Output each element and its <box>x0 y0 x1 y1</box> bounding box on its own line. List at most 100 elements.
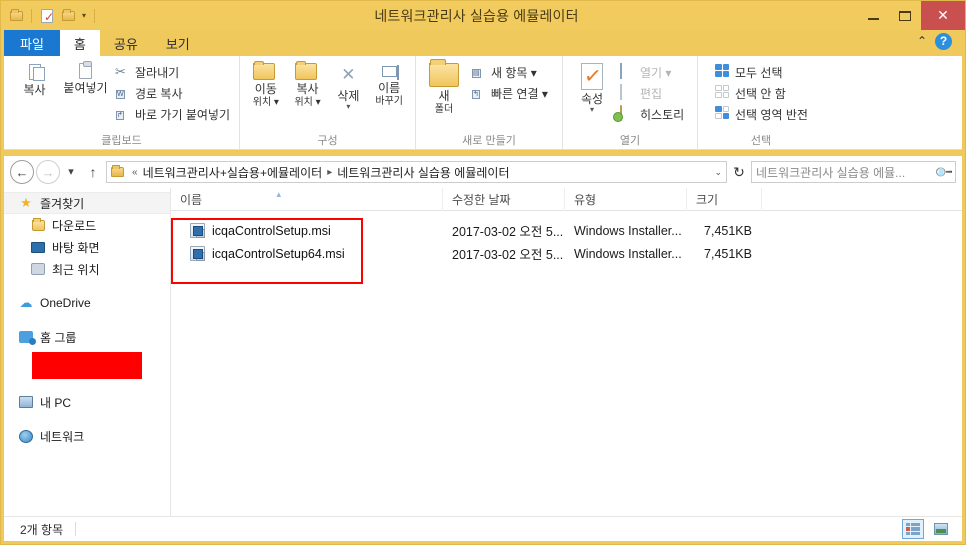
recent-locations-icon[interactable]: ▾ <box>62 160 80 184</box>
maximize-button[interactable] <box>889 1 921 30</box>
invert-selection-button-label: 선택 영역 반전 <box>735 107 808 122</box>
minimize-button[interactable] <box>857 1 889 30</box>
file-name-cell[interactable]: icqaControlSetup64.msi <box>171 242 443 265</box>
copy-path-icon: W <box>116 90 125 99</box>
sidebar-item-label: 다운로드 <box>52 218 97 233</box>
details-view-button[interactable] <box>902 519 924 539</box>
sidebar-item-label: 네트워크 <box>40 429 85 444</box>
forward-button[interactable]: → <box>36 160 60 184</box>
select-commands: 모두 선택 선택 안 함 선택 영역 반전 <box>704 60 811 124</box>
refresh-icon[interactable]: ↻ <box>729 164 749 181</box>
search-icon[interactable]: 🔍 <box>933 162 953 182</box>
breadcrumb-separator[interactable]: ▸ <box>325 167 334 178</box>
toolbar-divider-2 <box>94 8 96 23</box>
quick-access-toolbar: ✓ ▾ <box>1 1 98 30</box>
copy-path-button[interactable]: W 경로 복사 <box>112 83 233 103</box>
move-to-button[interactable]: 이동 위치 ▾ <box>246 60 286 110</box>
back-button[interactable]: ← <box>10 160 34 184</box>
title-bar: ✓ ▾ 네트워크관리사 실습용 에뮬레이터 ✕ <box>1 1 965 30</box>
new-folder-button[interactable]: 새 폴더 <box>422 59 466 117</box>
ribbon-group-organize: 이동 위치 ▾ 복사 위치 ▾ ✕ 삭제 ▾ 이름 바꾸기 구성 <box>240 56 416 150</box>
edit-button-label: 편집 <box>640 86 663 101</box>
sidebar-item-onedrive[interactable]: ☁ OneDrive <box>4 292 170 314</box>
tab-view[interactable]: 보기 <box>152 30 204 56</box>
select-all-button[interactable]: 모두 선택 <box>712 62 811 82</box>
sidebar-item-label: 최근 위치 <box>52 262 100 277</box>
breadcrumb-item-parent[interactable]: 네트워크관리사+실습용+에뮬레이터 <box>143 164 323 181</box>
cut-button[interactable]: ✂ 잘라내기 <box>112 62 233 82</box>
history-button[interactable]: 히스토리 <box>617 104 687 124</box>
file-name-cell[interactable]: icqaControlSetup.msi <box>171 219 443 242</box>
paste-shortcut-button[interactable]: ↱ 바로 가기 붙여넣기 <box>112 104 233 124</box>
redaction-box <box>32 352 142 379</box>
large-icons-view-button[interactable] <box>930 519 952 539</box>
navigation-pane: ★ 즐겨찾기 다운로드 바탕 화면 최근 위치 ☁ OneDrive 홈 그룹 … <box>4 188 171 516</box>
folder-icon[interactable] <box>7 7 25 25</box>
sidebar-item-downloads[interactable]: 다운로드 <box>4 214 170 236</box>
large-icons-view-icon <box>934 523 948 535</box>
delete-button[interactable]: ✕ 삭제 ▾ <box>329 60 367 111</box>
breadcrumb-overflow[interactable]: « <box>130 167 140 178</box>
new-item-button[interactable]: ▤ 새 항목 ▾ <box>468 62 551 82</box>
copy-button[interactable]: 복사 <box>10 60 59 97</box>
chevron-up-icon[interactable]: ⌃ <box>917 35 927 47</box>
ribbon-group-title-clipboard: 클립보드 <box>101 135 142 147</box>
new-folder-icon[interactable] <box>59 7 77 25</box>
tab-home[interactable]: 홈 <box>59 30 100 56</box>
sidebar-item-homegroup[interactable]: 홈 그룹 <box>4 326 170 348</box>
copy-to-icon <box>294 61 321 80</box>
sidebar-item-desktop[interactable]: 바탕 화면 <box>4 236 170 258</box>
ribbon-group-select: 모두 선택 선택 안 함 선택 영역 반전 선택 <box>698 56 824 150</box>
sidebar-item-favorites[interactable]: ★ 즐겨찾기 <box>4 192 170 214</box>
recent-places-icon <box>30 261 46 277</box>
paste-icon <box>79 61 92 79</box>
invert-selection-button[interactable]: 선택 영역 반전 <box>712 104 811 124</box>
file-type-cell: Windows Installer... <box>574 223 682 238</box>
paste-shortcut-button-label: 바로 가기 붙여넣기 <box>135 107 230 122</box>
open-button[interactable]: 열기 ▾ <box>617 62 687 82</box>
ribbon-group-clipboard: 복사 붙여넣기 ✂ 잘라내기 W 경로 복사 ↱ 바로 가기 붙여넣기 클립보드 <box>4 56 240 150</box>
column-header-type[interactable]: 유형 <box>565 187 687 211</box>
sidebar-item-label: 즐겨찾기 <box>40 196 85 211</box>
move-to-label-top: 이동 <box>254 82 277 96</box>
breadcrumb[interactable]: « 네트워크관리사+실습용+에뮬레이터 ▸ 네트워크관리사 실습용 에뮬레이터 … <box>106 161 727 183</box>
main-content: ★ 즐겨찾기 다운로드 바탕 화면 최근 위치 ☁ OneDrive 홈 그룹 … <box>4 187 962 516</box>
properties-label-bottom: ▾ <box>589 105 594 114</box>
tab-share[interactable]: 공유 <box>100 30 152 56</box>
tab-file[interactable]: 파일 <box>4 30 60 56</box>
rename-label-top: 이름 <box>378 81 401 95</box>
copy-to-button[interactable]: 복사 위치 ▾ <box>288 60 328 110</box>
easy-access-button[interactable]: ↰ 빠른 연결 ▾ <box>468 83 551 103</box>
status-divider <box>75 522 77 536</box>
select-none-icon <box>715 85 731 101</box>
column-header-size[interactable]: 크기 <box>687 187 762 211</box>
search-input[interactable]: 네트워크관리사 실습용 에뮬... 🔍 <box>751 161 956 183</box>
close-button[interactable]: ✕ <box>921 1 965 30</box>
breadcrumb-item-current[interactable]: 네트워크관리사 실습용 에뮬레이터 <box>337 164 509 181</box>
help-icon[interactable]: ? <box>935 32 952 50</box>
properties-button[interactable]: ✓ 속성 ▾ <box>569 60 615 114</box>
sidebar-item-network[interactable]: 네트워크 <box>4 425 170 447</box>
sidebar-item-this-pc[interactable]: 내 PC <box>4 391 170 413</box>
chevron-down-icon[interactable]: ▾ <box>80 11 88 20</box>
table-row[interactable]: icqaControlSetup64.msi 2017-03-02 오전 5..… <box>171 242 962 265</box>
column-header-date[interactable]: 수정한 날짜 <box>443 187 565 211</box>
copy-to-label-bottom: 위치 ▾ <box>294 97 321 108</box>
file-explorer-window: ✓ ▾ 네트워크관리사 실습용 에뮬레이터 ✕ 파일 홈 공유 보기 ⌃ ? 복… <box>0 0 966 545</box>
rename-button[interactable]: 이름 바꾸기 <box>369 60 409 109</box>
sidebar-item-recent-places[interactable]: 최근 위치 <box>4 258 170 280</box>
status-bar: 2개 항목 <box>4 516 962 541</box>
chevron-down-icon[interactable]: ⌄ <box>708 167 722 178</box>
new-item-button-label: 새 항목 ▾ <box>491 65 537 80</box>
downloads-folder-icon <box>30 217 46 233</box>
homegroup-icon <box>18 329 36 345</box>
delete-icon: ✕ <box>341 65 356 84</box>
edit-button[interactable]: 편집 <box>617 83 687 103</box>
up-button[interactable]: ↑ <box>82 160 104 184</box>
table-row[interactable]: icqaControlSetup.msi 2017-03-02 오전 5... … <box>171 219 962 242</box>
select-none-button[interactable]: 선택 안 함 <box>712 83 811 103</box>
column-header-name[interactable]: ▴ 이름 <box>171 187 443 211</box>
paste-button[interactable]: 붙여넣기 <box>61 60 110 95</box>
properties-icon[interactable]: ✓ <box>38 7 56 25</box>
column-header-label: 이름 <box>180 192 203 207</box>
